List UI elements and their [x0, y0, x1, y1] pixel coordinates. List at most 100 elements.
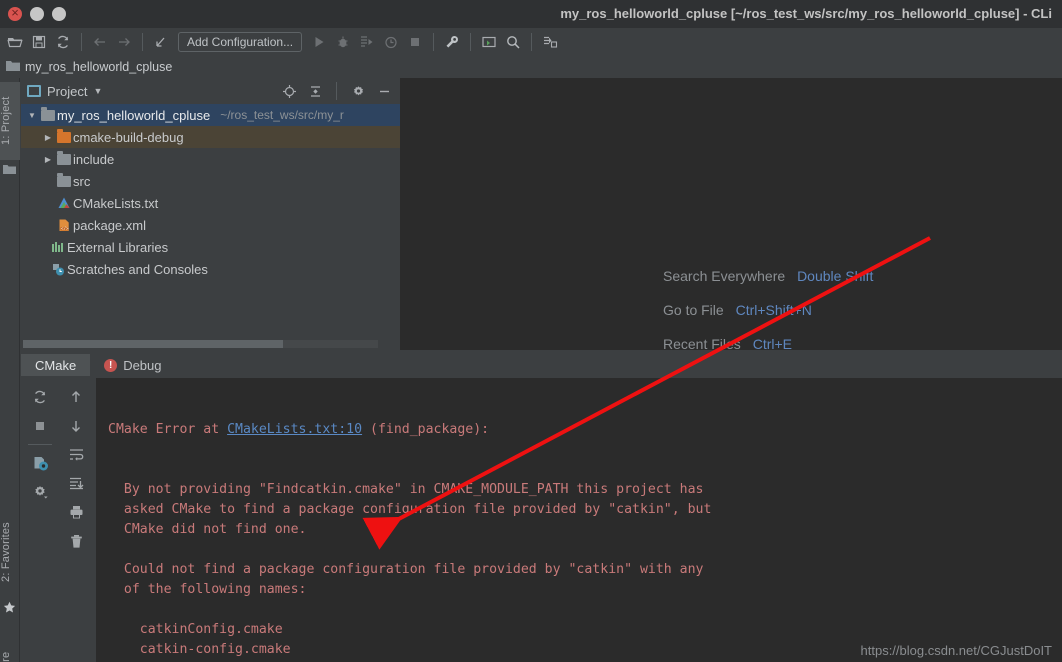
tree-row-label: src [73, 173, 91, 189]
project-tree[interactable]: ▼ my_ros_helloworld_cpluse ~/ros_test_ws… [21, 104, 400, 336]
title-bar: my_ros_helloworld_cpluse [~/ros_test_ws/… [0, 0, 1062, 28]
sidebar-item-favorites[interactable]: 2: Favorites [0, 508, 20, 596]
print-icon[interactable] [61, 498, 91, 527]
tree-row-label: package.xml [73, 217, 146, 233]
wrench-icon[interactable] [441, 31, 463, 53]
stop-icon[interactable] [25, 411, 55, 440]
window-title: my_ros_helloworld_cpluse [~/ros_test_ws/… [560, 6, 1052, 21]
hint-row: Search Everywhere Double Shift [663, 268, 873, 302]
scroll-to-end-icon[interactable] [61, 469, 91, 498]
tab-cmake[interactable]: CMake [21, 354, 91, 376]
toolbar-separator-3 [433, 33, 435, 51]
tree-row-cmake-build-debug[interactable]: ▶ cmake-build-debug [21, 126, 400, 148]
rerun-icon[interactable] [25, 382, 55, 411]
console-first-line: CMake Error at CMakeLists.txt:10 (find_p… [108, 420, 1062, 440]
tree-row-scratches[interactable]: Scratches and Consoles [21, 258, 400, 280]
run-icon[interactable] [308, 31, 330, 53]
save-all-icon[interactable] [539, 31, 561, 53]
toolbar-separator-5 [531, 33, 533, 51]
console-toolbar-col-2 [61, 382, 93, 556]
minimize-icon[interactable] [374, 81, 394, 101]
tab-label: CMake [35, 357, 77, 373]
refresh-icon[interactable] [52, 31, 74, 53]
project-tool-window: Project ▼ ▼ my_ros_helloworld_cpluse ~/r… [21, 78, 400, 350]
open-folder-icon[interactable] [4, 31, 26, 53]
console-error-prefix: CMake Error at [108, 422, 228, 437]
tab-debug[interactable]: ! Debug [90, 354, 175, 376]
trash-icon[interactable] [61, 527, 91, 556]
tree-row-label: External Libraries [67, 239, 169, 255]
expand-arrow-icon[interactable]: ▶ [41, 133, 55, 142]
tab-label: Debug [123, 357, 162, 373]
watermark: https://blog.csdn.net/CGJustDoIT [860, 643, 1052, 658]
stop-icon[interactable] [404, 31, 426, 53]
tree-row-cmakelists[interactable]: CMakeLists.txt [21, 192, 400, 214]
breadcrumb: my_ros_helloworld_cpluse [0, 56, 1062, 78]
folder-orange-icon [55, 128, 73, 143]
soft-wrap-icon[interactable] [61, 440, 91, 469]
hint-action: Search Everywhere [663, 268, 786, 284]
folder-strip-icon[interactable] [3, 164, 16, 178]
expand-arrow-icon[interactable]: ▼ [25, 111, 39, 120]
folder-icon [55, 172, 73, 187]
console-error-suffix: (find_package): [362, 422, 490, 437]
breadcrumb-label: my_ros_helloworld_cpluse [25, 60, 173, 74]
sidebar-item-structure[interactable]: 7: Structure [0, 638, 20, 662]
toolbar-separator-2 [142, 33, 143, 51]
project-tree-hscrollbar[interactable] [23, 340, 378, 348]
chevron-down-icon[interactable]: ▼ [93, 86, 102, 96]
folder-icon [55, 150, 73, 165]
bottom-tool-window: CMake ! Debug CMake Error at CMakeLists.… [21, 350, 1062, 662]
tree-row-include[interactable]: ▶ include [21, 148, 400, 170]
hint-shortcut: Double Shift [797, 268, 874, 284]
search-icon[interactable] [502, 31, 524, 53]
console-side-toolbar [21, 378, 96, 662]
star-icon[interactable] [3, 601, 16, 617]
run-configuration-selector[interactable]: Add Configuration... [178, 32, 303, 52]
xml-file-icon: </> [55, 218, 73, 232]
debug-icon[interactable] [332, 31, 354, 53]
project-panel-title: Project [47, 83, 88, 99]
profiler-icon[interactable] [380, 31, 402, 53]
cmake-file-icon [55, 196, 73, 210]
target-icon[interactable] [279, 81, 299, 101]
hint-row: Go to File Ctrl+Shift+N [663, 302, 873, 336]
tree-row-label: cmake-build-debug [73, 129, 184, 145]
gear-icon[interactable] [348, 81, 368, 101]
tree-row-label: my_ros_helloworld_cpluse [57, 107, 211, 123]
collapse-all-icon[interactable] [305, 81, 325, 101]
tree-row-label: include [73, 151, 115, 167]
clion-window: my_ros_helloworld_cpluse [~/ros_test_ws/… [0, 0, 1062, 662]
terminal-icon[interactable] [478, 31, 500, 53]
cmake-settings-icon[interactable] [25, 449, 55, 478]
toolbar-divider [28, 444, 52, 445]
tree-row-src[interactable]: src [21, 170, 400, 192]
arrow-up-icon[interactable] [61, 382, 91, 411]
editor-area[interactable]: Search Everywhere Double Shift Go to Fil… [400, 78, 1062, 352]
tree-row-external-libraries[interactable]: External Libraries [21, 236, 400, 258]
gear-dropdown-icon[interactable] [25, 478, 55, 507]
scratches-icon [49, 262, 67, 276]
undo-icon[interactable] [150, 31, 172, 53]
folder-icon [39, 106, 57, 121]
project-view-icon [27, 85, 41, 97]
project-panel-header: Project ▼ [21, 78, 400, 104]
folder-icon [6, 60, 20, 75]
tree-row-package-xml[interactable]: </> package.xml [21, 214, 400, 236]
cmake-console-output[interactable]: CMake Error at CMakeLists.txt:10 (find_p… [96, 378, 1062, 662]
error-badge-icon: ! [104, 358, 118, 372]
toolbar-separator [81, 33, 82, 51]
sidebar-item-project[interactable]: 1: Project [0, 82, 20, 160]
bottom-tab-strip: CMake ! Debug [21, 354, 1062, 376]
hint-shortcut: Ctrl+Shift+N [735, 302, 812, 318]
arrow-right-icon[interactable] [113, 31, 135, 53]
tree-row-project-root[interactable]: ▼ my_ros_helloworld_cpluse ~/ros_test_ws… [21, 104, 400, 126]
arrow-left-icon[interactable] [89, 31, 111, 53]
panel-separator [336, 82, 337, 100]
cmakelists-link[interactable]: CMakeLists.txt:10 [227, 422, 362, 437]
hint-action: Go to File [663, 302, 724, 318]
arrow-down-icon[interactable] [61, 411, 91, 440]
expand-arrow-icon[interactable]: ▶ [41, 155, 55, 164]
run-with-coverage-icon[interactable] [356, 31, 378, 53]
save-icon[interactable] [28, 31, 50, 53]
